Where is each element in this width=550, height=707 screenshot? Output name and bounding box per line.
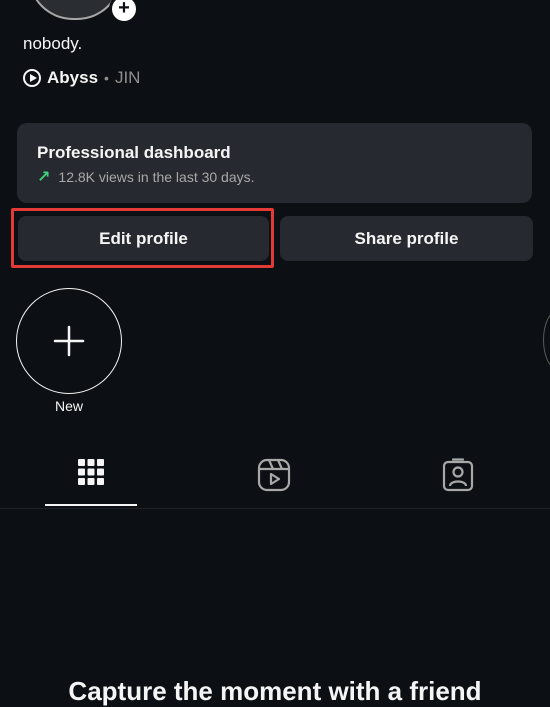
share-profile-button[interactable]: Share profile <box>280 216 533 261</box>
dashboard-stat: ↗ 12.8K views in the last 30 days. <box>37 167 512 187</box>
tab-reels[interactable] <box>228 448 320 506</box>
reels-icon <box>257 458 291 492</box>
trend-up-arrow-icon: ↗ <box>37 169 51 186</box>
profile-music[interactable]: Abyss • JIN <box>23 68 140 88</box>
empty-state-title: Capture the moment with a friend <box>68 676 482 706</box>
tab-tagged[interactable] <box>412 448 504 506</box>
music-artist: JIN <box>114 68 141 87</box>
edit-profile-highlight-box <box>11 208 274 268</box>
professional-dashboard-card[interactable]: Professional dashboard ↗ 12.8K views in … <box>17 123 532 203</box>
new-highlight-button[interactable] <box>16 288 122 394</box>
next-highlight-edge <box>543 310 550 370</box>
music-song: Abyss <box>47 68 99 87</box>
music-separator: • <box>104 70 109 86</box>
add-story-icon[interactable]: + <box>109 0 139 24</box>
grid-icon <box>78 459 104 485</box>
avatar[interactable] <box>28 0 122 20</box>
dashboard-title: Professional dashboard <box>37 143 231 162</box>
tagged-person-icon <box>442 458 474 492</box>
new-highlight-label: New <box>54 398 83 414</box>
profile-bio: nobody. <box>23 34 83 53</box>
profile-tabs <box>0 448 550 509</box>
tab-posts[interactable] <box>45 448 137 506</box>
play-circle-icon <box>23 69 41 87</box>
plus-icon <box>53 325 85 357</box>
dashboard-stat-text: 12.8K views in the last 30 days. <box>58 169 255 185</box>
